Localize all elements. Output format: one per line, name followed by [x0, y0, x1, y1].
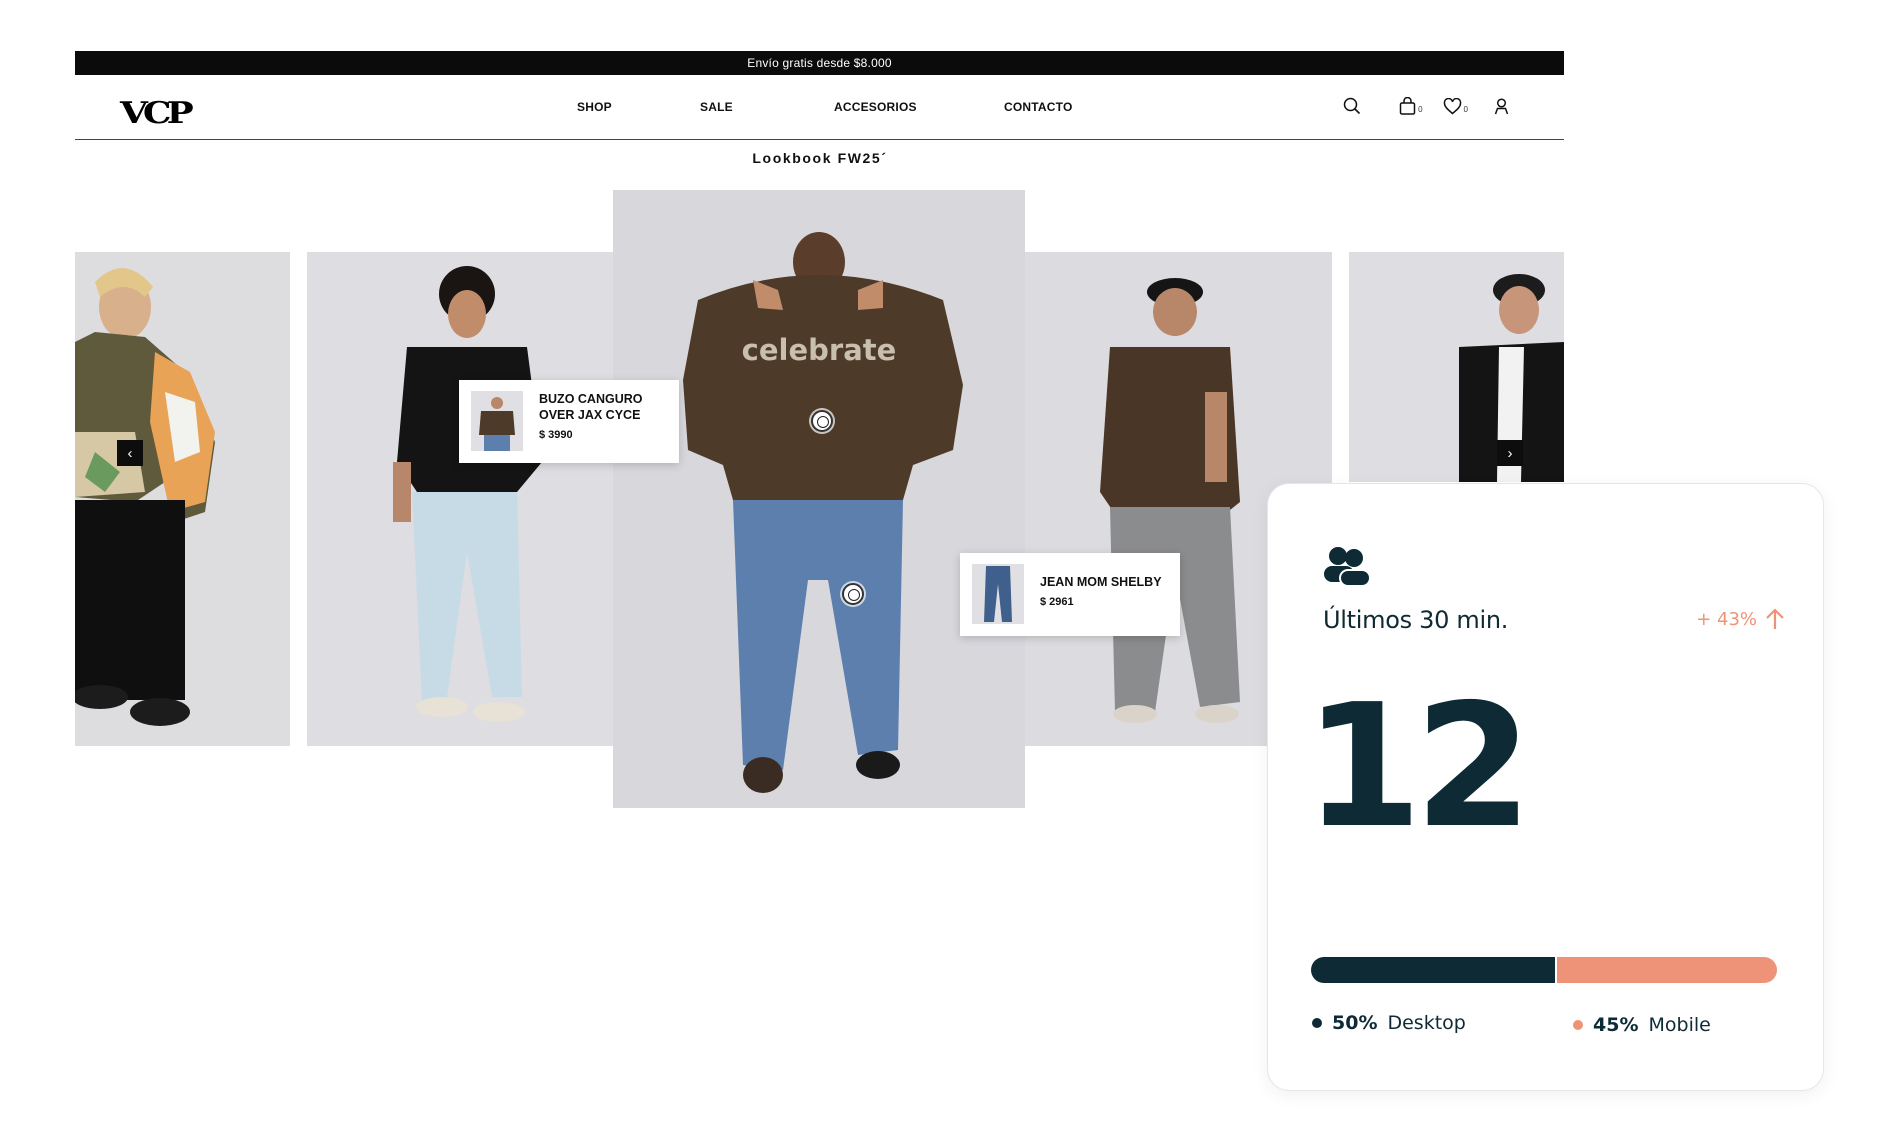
arrow-up-icon	[1766, 608, 1784, 629]
search-icon[interactable]	[1343, 97, 1361, 115]
product-info-2: JEAN MOM SHELBY $ 2961	[1040, 564, 1162, 608]
widget-change: + 43%	[1696, 608, 1785, 630]
product-name-2: JEAN MOM SHELBY	[1040, 575, 1162, 589]
user-icon[interactable]	[1494, 97, 1509, 115]
nav-item-accesorios[interactable]: ACCESORIOS	[834, 100, 917, 114]
desktop-share-segment	[1311, 957, 1556, 983]
legend-mobile: 45% Mobile	[1573, 1014, 1711, 1036]
heart-icon	[1443, 97, 1461, 114]
site-header: VCP SHOP SALE ACCESORIOS CONTACTO 0 0	[75, 75, 1564, 140]
lookbook-photo-3[interactable]: celebrate	[613, 190, 1025, 808]
nav-item-shop[interactable]: SHOP	[577, 100, 612, 114]
cart-count: 0	[1418, 105, 1423, 114]
lookbook-title: Lookbook FW25´	[752, 150, 888, 166]
lookbook-photo-2[interactable]	[307, 252, 613, 746]
page: Envío gratis desde $8.000 VCP SHOP SALE …	[0, 0, 1890, 1140]
carousel-prev-button[interactable]: ‹	[117, 440, 143, 466]
mobile-share-segment	[1557, 957, 1777, 983]
wishlist-button[interactable]: 0	[1443, 97, 1468, 115]
header-actions: 0 0	[1343, 97, 1509, 115]
lookbook-photo-1[interactable]	[75, 252, 290, 746]
product-price-2: $ 2961	[1040, 596, 1074, 608]
product-hotspot-1[interactable]	[811, 410, 833, 432]
cart-button[interactable]: 0	[1399, 97, 1423, 115]
wishlist-count: 0	[1463, 104, 1468, 114]
product-hotspot-2[interactable]	[842, 583, 864, 605]
announcement-text: Envío gratis desde $8.000	[747, 56, 892, 70]
legend-desktop: 50% Desktop	[1312, 1012, 1466, 1034]
product-thumbnail-2	[972, 564, 1024, 624]
product-price-1: $ 3990	[539, 429, 573, 441]
device-split-bar	[1311, 957, 1777, 983]
bag-icon	[1399, 97, 1416, 115]
mobile-label: Mobile	[1648, 1014, 1711, 1036]
nav-item-contacto[interactable]: CONTACTO	[1004, 100, 1073, 114]
widget-period-label: Últimos 30 min.	[1323, 606, 1509, 634]
product-name-1: BUZO CANGURO OVER JAX CYCE	[539, 392, 643, 422]
legend-dot-mobile	[1573, 1020, 1583, 1030]
product-info-1: BUZO CANGURO OVER JAX CYCE $ 3990	[539, 391, 642, 441]
desktop-label: Desktop	[1387, 1012, 1466, 1034]
carousel-next-button[interactable]: ›	[1497, 440, 1523, 466]
mobile-percent: 45%	[1593, 1014, 1639, 1036]
users-icon	[1324, 546, 1371, 593]
hoodie-print-text: celebrate	[742, 333, 897, 367]
widget-change-value: + 43%	[1696, 608, 1757, 630]
announcement-bar: Envío gratis desde $8.000	[75, 51, 1564, 75]
product-thumbnail-1	[471, 391, 523, 451]
widget-value: 12	[1304, 668, 1533, 866]
legend-dot-desktop	[1312, 1018, 1322, 1028]
product-card-1[interactable]: BUZO CANGURO OVER JAX CYCE $ 3990	[459, 380, 679, 463]
visitors-widget: Últimos 30 min. + 43% 12 50% Desktop 45%…	[1267, 483, 1824, 1091]
nav-item-sale[interactable]: SALE	[700, 100, 733, 114]
desktop-percent: 50%	[1332, 1012, 1378, 1034]
lookbook-photo-5[interactable]	[1349, 252, 1564, 482]
main-nav: SHOP SALE ACCESORIOS CONTACTO	[75, 75, 1564, 139]
product-card-2[interactable]: JEAN MOM SHELBY $ 2961	[960, 553, 1180, 636]
